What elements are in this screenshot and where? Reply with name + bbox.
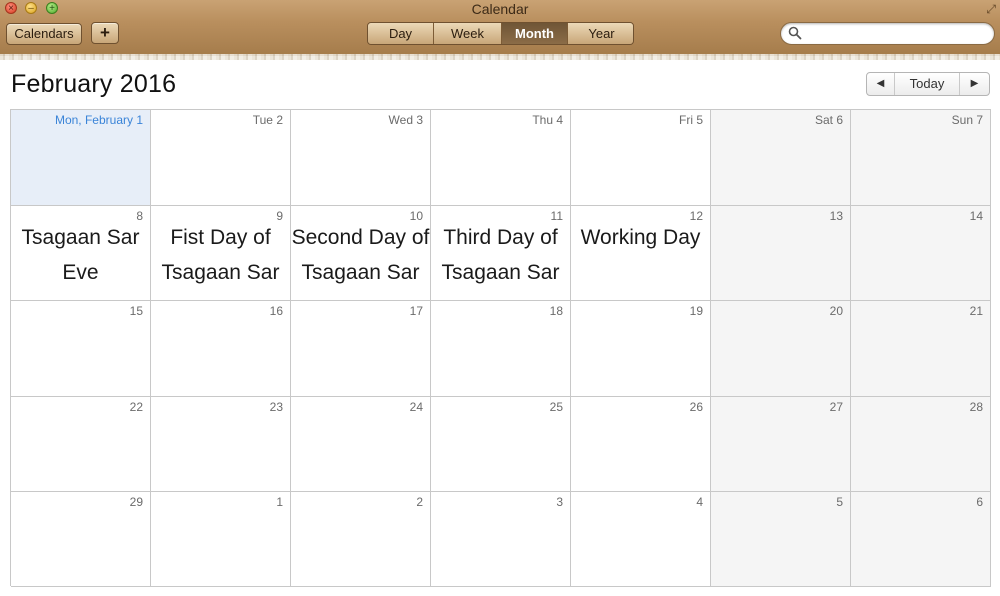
day-cell[interactable]: 19	[571, 301, 711, 397]
view-week-button[interactable]: Week	[434, 23, 502, 44]
month-grid: Mon, February 1 Tue 2 Wed 3 Thu 4 Fri 5 Sat 6…	[10, 109, 991, 587]
day-number: Sat 6	[814, 113, 843, 127]
day-cell[interactable]: 8 Tsagaan Sar Eve	[11, 206, 151, 301]
day-number: 28	[969, 400, 983, 414]
day-cell[interactable]: Sat 6	[711, 110, 851, 206]
day-cell[interactable]: 2	[291, 492, 431, 587]
day-number: 13	[829, 209, 843, 223]
event-title[interactable]: Tsagaan Sar Eve	[11, 220, 150, 290]
day-number: 17	[409, 304, 423, 318]
month-title: February 2016	[11, 70, 177, 98]
event-title[interactable]: Fist Day of Tsagaan Sar	[151, 220, 290, 290]
search-input[interactable]	[805, 25, 985, 42]
previous-month-button[interactable]: ◀	[867, 73, 895, 95]
day-number: Thu 4	[532, 113, 563, 127]
day-number: 5	[836, 495, 843, 509]
calendars-button[interactable]: Calendars	[6, 23, 82, 45]
day-cell[interactable]: 16	[151, 301, 291, 397]
day-number: 29	[129, 495, 143, 509]
day-cell[interactable]: 15	[11, 301, 151, 397]
day-number: 4	[696, 495, 703, 509]
day-number: 15	[129, 304, 143, 318]
day-cell[interactable]: Wed 3	[291, 110, 431, 206]
day-number: 22	[129, 400, 143, 414]
event-title[interactable]: Working Day	[571, 220, 710, 255]
day-cell[interactable]: 14	[851, 206, 991, 301]
day-number: 2	[416, 495, 423, 509]
day-cell[interactable]: 21	[851, 301, 991, 397]
day-number: 19	[689, 304, 703, 318]
window-title: Calendar	[471, 1, 529, 17]
day-cell[interactable]: Tue 2	[151, 110, 291, 206]
day-cell[interactable]: 11 Third Day of Tsagaan Sar	[431, 206, 571, 301]
day-cell[interactable]: 5	[711, 492, 851, 587]
search-field[interactable]	[780, 22, 995, 45]
day-cell[interactable]: 6	[851, 492, 991, 587]
day-number: Wed 3	[388, 113, 423, 127]
day-cell[interactable]: 18	[431, 301, 571, 397]
add-event-button[interactable]: +	[91, 22, 119, 44]
date-navigation: ◀ Today ▶	[866, 72, 990, 96]
next-month-button[interactable]: ▶	[960, 73, 989, 95]
day-number: Fri 5	[679, 113, 703, 127]
day-cell[interactable]: 29	[11, 492, 151, 587]
day-number: 20	[829, 304, 843, 318]
day-cell[interactable]: 13	[711, 206, 851, 301]
day-cell[interactable]: 1	[151, 492, 291, 587]
view-day-button[interactable]: Day	[368, 23, 434, 44]
day-cell[interactable]: 9 Fist Day of Tsagaan Sar	[151, 206, 291, 301]
view-year-button[interactable]: Year	[568, 23, 633, 44]
day-cell[interactable]: Mon, February 1	[11, 110, 151, 206]
day-cell[interactable]: Sun 7	[851, 110, 991, 206]
day-cell[interactable]: 3	[431, 492, 571, 587]
toolbar: × – + Calendar ⤢ Calendars + Day Week Mo…	[0, 0, 1000, 60]
day-number: Sun 7	[951, 113, 983, 127]
day-number: 16	[269, 304, 283, 318]
day-cell[interactable]: 27	[711, 397, 851, 492]
day-number: 6	[976, 495, 983, 509]
day-number: 23	[269, 400, 283, 414]
fullscreen-icon[interactable]: ⤢	[986, 2, 996, 17]
day-cell[interactable]: Thu 4	[431, 110, 571, 206]
day-cell[interactable]: 28	[851, 397, 991, 492]
day-cell[interactable]: Fri 5	[571, 110, 711, 206]
view-switcher: Day Week Month Year	[367, 22, 634, 45]
day-number: Mon, February 1	[54, 113, 143, 127]
day-cell[interactable]: 10 Second Day of Tsagaan Sar	[291, 206, 431, 301]
day-cell[interactable]: 24	[291, 397, 431, 492]
day-number: 21	[969, 304, 983, 318]
event-title[interactable]: Second Day of Tsagaan Sar	[291, 220, 430, 290]
day-number: 24	[409, 400, 423, 414]
day-number: Tue 2	[252, 113, 283, 127]
day-cell[interactable]: 22	[11, 397, 151, 492]
day-cell[interactable]: 20	[711, 301, 851, 397]
view-month-button[interactable]: Month	[502, 23, 568, 44]
day-cell[interactable]: 12 Working Day	[571, 206, 711, 301]
day-number: 18	[549, 304, 563, 318]
day-number: 27	[829, 400, 843, 414]
day-cell[interactable]: 23	[151, 397, 291, 492]
today-button[interactable]: Today	[895, 73, 960, 95]
search-icon	[788, 26, 802, 40]
day-number: 25	[549, 400, 563, 414]
day-cell[interactable]: 4	[571, 492, 711, 587]
day-number: 14	[969, 209, 983, 223]
day-number: 1	[276, 495, 283, 509]
day-number: 3	[556, 495, 563, 509]
day-number: 26	[689, 400, 703, 414]
day-cell[interactable]: 25	[431, 397, 571, 492]
event-title[interactable]: Third Day of Tsagaan Sar	[431, 220, 570, 290]
day-cell[interactable]: 17	[291, 301, 431, 397]
day-cell[interactable]: 26	[571, 397, 711, 492]
